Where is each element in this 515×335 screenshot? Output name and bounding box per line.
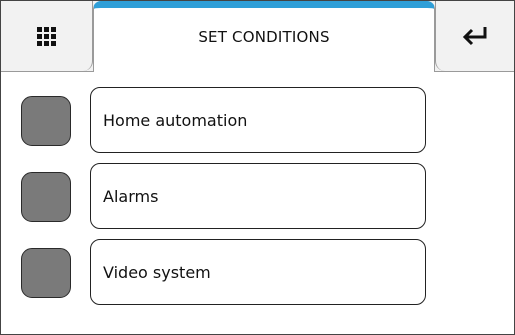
condition-row-home-automation: Home automation <box>21 87 427 153</box>
condition-label: Video system <box>103 262 211 282</box>
condition-indicator[interactable] <box>21 172 71 222</box>
condition-row-video-system: Video system <box>21 239 427 305</box>
grid-menu-icon <box>37 26 56 46</box>
condition-indicator[interactable] <box>21 96 71 146</box>
condition-button-video-system[interactable]: Video system <box>90 239 426 305</box>
page-title: SET CONDITIONS <box>198 28 330 46</box>
screen-frame: SET CONDITIONS Home automation Alarms Vi… <box>0 0 515 335</box>
condition-row-alarms: Alarms <box>21 163 427 229</box>
title-tab: SET CONDITIONS <box>93 1 435 72</box>
back-button[interactable] <box>435 1 514 71</box>
return-arrow-icon <box>462 27 487 46</box>
menu-button[interactable] <box>1 1 93 71</box>
condition-button-home-automation[interactable]: Home automation <box>90 87 426 153</box>
condition-label: Home automation <box>103 110 248 130</box>
condition-button-alarms[interactable]: Alarms <box>90 163 426 229</box>
condition-label: Alarms <box>103 186 159 206</box>
condition-indicator[interactable] <box>21 248 71 298</box>
